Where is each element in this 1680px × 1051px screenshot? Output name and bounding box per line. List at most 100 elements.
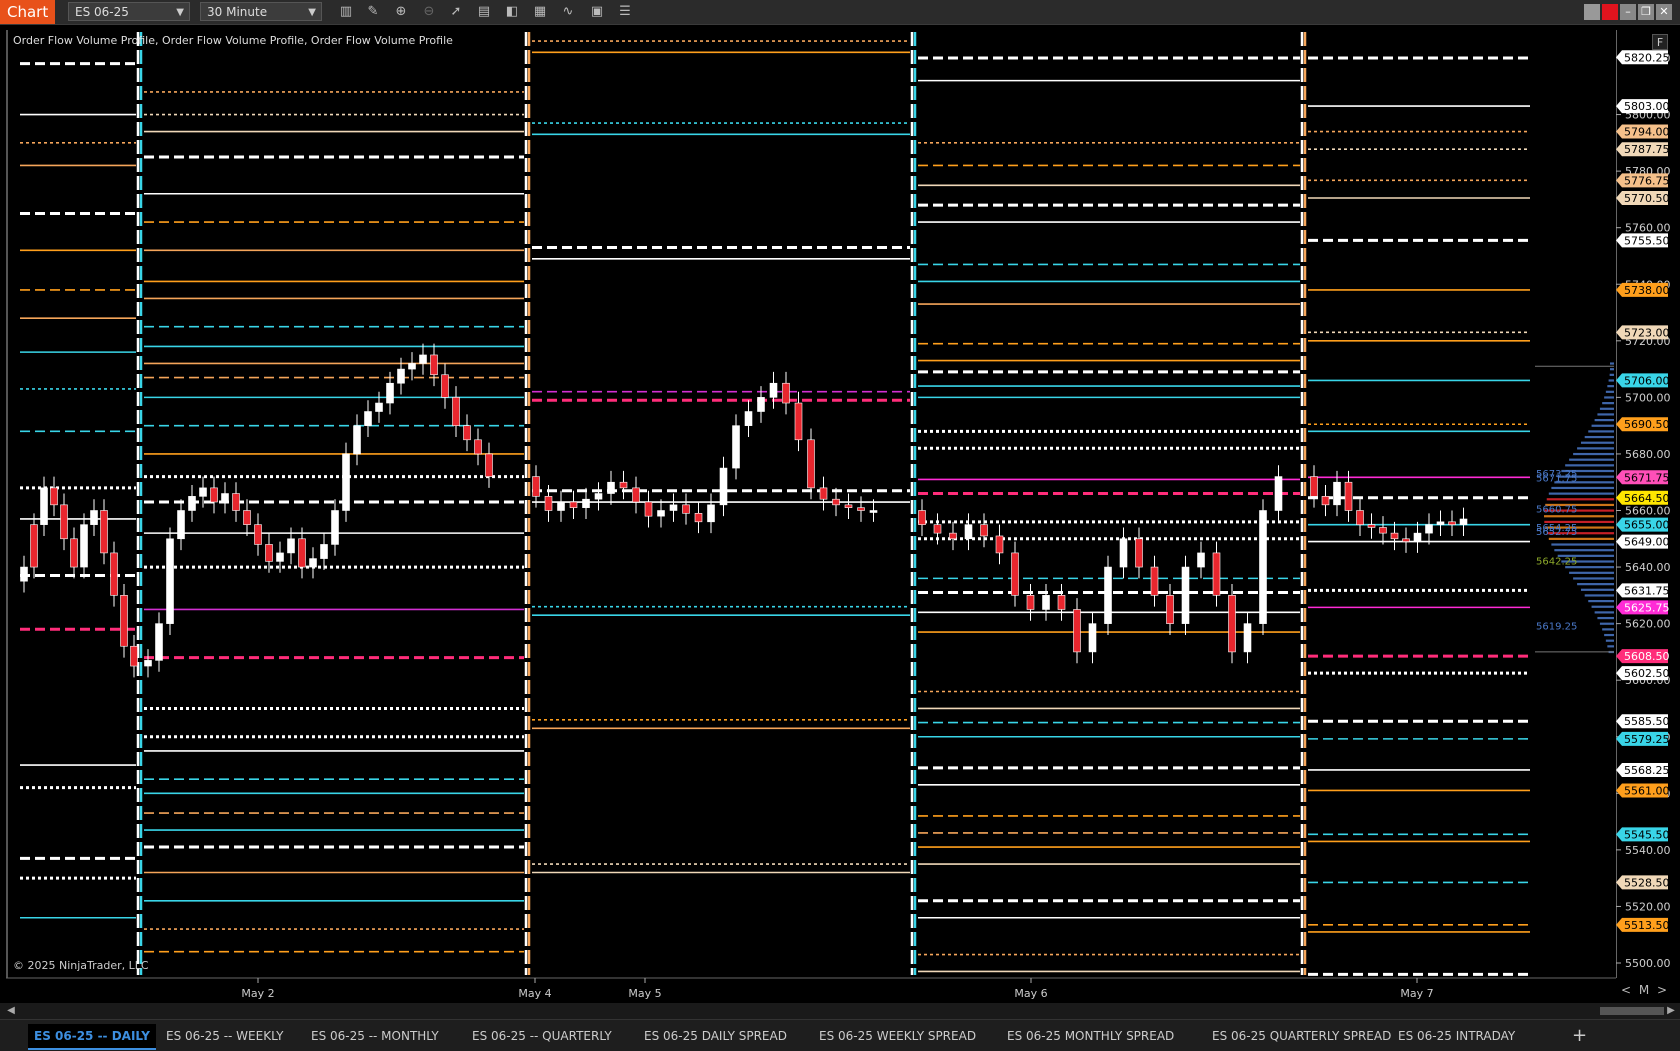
volume-histogram-bar [1605, 639, 1614, 642]
volume-histogram-bar [1604, 396, 1614, 399]
candle-body [1104, 566, 1112, 624]
price-marker-label: 5671.75 [1624, 471, 1670, 484]
price-tick-label: 5700.00 [1625, 391, 1671, 404]
tab-weekly[interactable]: ES 06-25 -- WEEKLY [160, 1024, 290, 1048]
price-marker-label: 5528.50 [1624, 876, 1670, 889]
candle-body [707, 504, 715, 523]
volume-histogram-bar [1605, 390, 1614, 393]
candle-body [342, 453, 350, 511]
profile-value-label: 5652.75 [1536, 527, 1577, 538]
candle-body [386, 382, 394, 404]
price-marker-label: 5568.25 [1624, 764, 1670, 777]
candle-body [1026, 595, 1035, 610]
price-tick-label: 5520.00 [1625, 900, 1671, 913]
candle-body [694, 513, 703, 523]
scroll-right-icon[interactable]: ▶ [1664, 1003, 1678, 1019]
candle-body [1310, 476, 1318, 497]
candle-body [408, 363, 416, 370]
volume-histogram-bar [1599, 407, 1614, 410]
scroll-left-icon[interactable]: ◀ [4, 1003, 18, 1019]
candle-body [1135, 538, 1143, 568]
price-marker-label: 5664.50 [1624, 492, 1670, 505]
tab-daily-spread[interactable]: ES 06-25 DAILY SPREAD [638, 1024, 793, 1048]
candle-body [1390, 532, 1399, 540]
candle-body [632, 487, 640, 503]
candle-body [1367, 524, 1376, 528]
candle-body [995, 535, 1004, 554]
candle-body [80, 524, 88, 568]
candle-body [1228, 595, 1236, 653]
candle-body [419, 354, 427, 364]
candle-body [320, 544, 328, 559]
tab-quarterly-spread[interactable]: ES 06-25 QUARTERLY SPREAD [1206, 1024, 1397, 1048]
candle-body [869, 510, 878, 513]
price-marker-label: 5585.50 [1624, 715, 1670, 728]
f-button[interactable]: F [1652, 34, 1668, 50]
candle-body [1333, 481, 1341, 506]
candle-body [619, 481, 628, 489]
tab-daily[interactable]: ES 06-25 -- DAILY [28, 1024, 156, 1050]
tab-quarterly[interactable]: ES 06-25 -- QUARTERLY [466, 1024, 618, 1048]
price-marker-label: 5738.00 [1624, 284, 1670, 297]
tab-weekly-spread[interactable]: ES 06-25 WEEKLY SPREAD [813, 1024, 982, 1048]
candle-body [1073, 609, 1081, 653]
candle-body [582, 498, 590, 508]
candle-body [40, 487, 48, 525]
tab-monthly[interactable]: ES 06-25 -- MONTHLY [305, 1024, 445, 1048]
candle-body [794, 402, 803, 441]
candle-body [1448, 521, 1456, 525]
candle-body [918, 510, 926, 525]
volume-histogram-bar [1591, 605, 1614, 608]
candle-body [532, 476, 540, 497]
price-marker-label: 5755.50 [1624, 234, 1670, 247]
candle-body [1379, 527, 1387, 534]
candle-body [130, 645, 138, 667]
tab-intraday[interactable]: ES 06-25 INTRADAY [1392, 1024, 1521, 1048]
volume-histogram-bar [1551, 543, 1614, 546]
candle-body [949, 532, 957, 540]
candle-body [287, 538, 295, 554]
add-tab-button[interactable]: + [1572, 1024, 1587, 1048]
candle-body [463, 425, 471, 441]
time-tick-label: May 7 [1400, 987, 1433, 1000]
price-marker-label: 5625.75 [1624, 601, 1670, 614]
candle-body [1274, 476, 1283, 511]
candle-body [857, 507, 865, 511]
candle-body [485, 453, 493, 477]
candle-body [782, 382, 790, 404]
scale-left-button[interactable]: < [1620, 982, 1632, 998]
candle-body [1425, 524, 1433, 534]
scroll-thumb[interactable] [1600, 1007, 1664, 1015]
candle-body [1181, 566, 1190, 624]
candle-body [1321, 496, 1330, 506]
tab-monthly-spread[interactable]: ES 06-25 MONTHLY SPREAD [1001, 1024, 1180, 1048]
candle-body [199, 487, 207, 497]
candle-body [1166, 595, 1174, 624]
volume-histogram-bar [1548, 492, 1614, 495]
volume-histogram-bar [1584, 435, 1614, 439]
price-marker-label: 5794.00 [1624, 126, 1670, 139]
candle-body [744, 411, 753, 426]
candle-body [375, 402, 383, 412]
horizontal-scrollbar[interactable]: ◀ ▶ [0, 1003, 1680, 1019]
volume-histogram-bar [1597, 413, 1614, 416]
volume-histogram-bar [1573, 577, 1614, 580]
volume-histogram-bar [1551, 486, 1614, 490]
volume-histogram-bar [1577, 583, 1614, 586]
candle-body [844, 504, 853, 508]
candle-body [1150, 566, 1159, 596]
price-marker-label: 5579.25 [1624, 733, 1670, 746]
price-tick-label: 5640.00 [1625, 561, 1671, 574]
indicator-label: Order Flow Volume Profile, Order Flow Vo… [13, 34, 453, 47]
price-marker-label: 5803.00 [1624, 100, 1670, 113]
candle-body [719, 467, 728, 506]
candle-body [1356, 510, 1364, 525]
candle-body [276, 552, 284, 562]
volume-histogram-bar [1573, 452, 1614, 456]
price-marker-label: 5820.25 [1624, 51, 1670, 64]
volume-histogram-bar [1604, 633, 1614, 637]
scale-mode-button[interactable]: M [1636, 982, 1652, 998]
price-tick-label: 5620.00 [1625, 618, 1671, 631]
scale-right-button[interactable]: > [1656, 982, 1668, 998]
candle-body [331, 510, 339, 545]
